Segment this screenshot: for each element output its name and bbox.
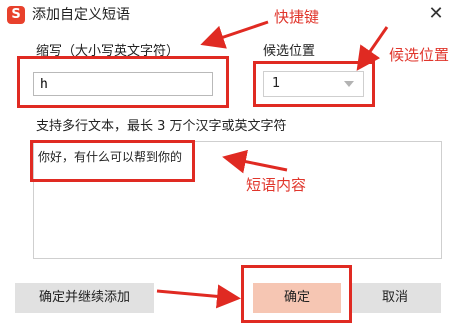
close-icon[interactable]: ✕ xyxy=(424,2,448,26)
annotation-box-abbrev xyxy=(17,56,229,108)
add-custom-phrase-dialog: S 添加自定义短语 ✕ 缩写（大小写英文字符） 候选位置 1 支持多行文本，最长… xyxy=(0,0,459,327)
annotation-label-position: 候选位置 xyxy=(389,46,450,64)
annotation-label-shortcut: 快捷键 xyxy=(274,8,320,26)
arrow-to-ok xyxy=(156,284,241,309)
annotation-box-content xyxy=(30,140,195,182)
confirm-and-continue-button[interactable]: 确定并继续添加 xyxy=(15,283,154,313)
annotation-box-ok xyxy=(241,265,352,323)
annotation-box-position xyxy=(253,61,375,107)
position-label: 候选位置 xyxy=(263,44,316,59)
annotation-label-content: 短语内容 xyxy=(246,176,307,194)
content-label: 支持多行文本，最长 3 万个汉字或英文字符 xyxy=(36,119,287,134)
sogou-logo-icon: S xyxy=(7,6,25,24)
dialog-title: 添加自定义短语 xyxy=(32,7,130,23)
cancel-button[interactable]: 取消 xyxy=(349,283,441,313)
arrow-to-abbrev xyxy=(200,20,269,49)
